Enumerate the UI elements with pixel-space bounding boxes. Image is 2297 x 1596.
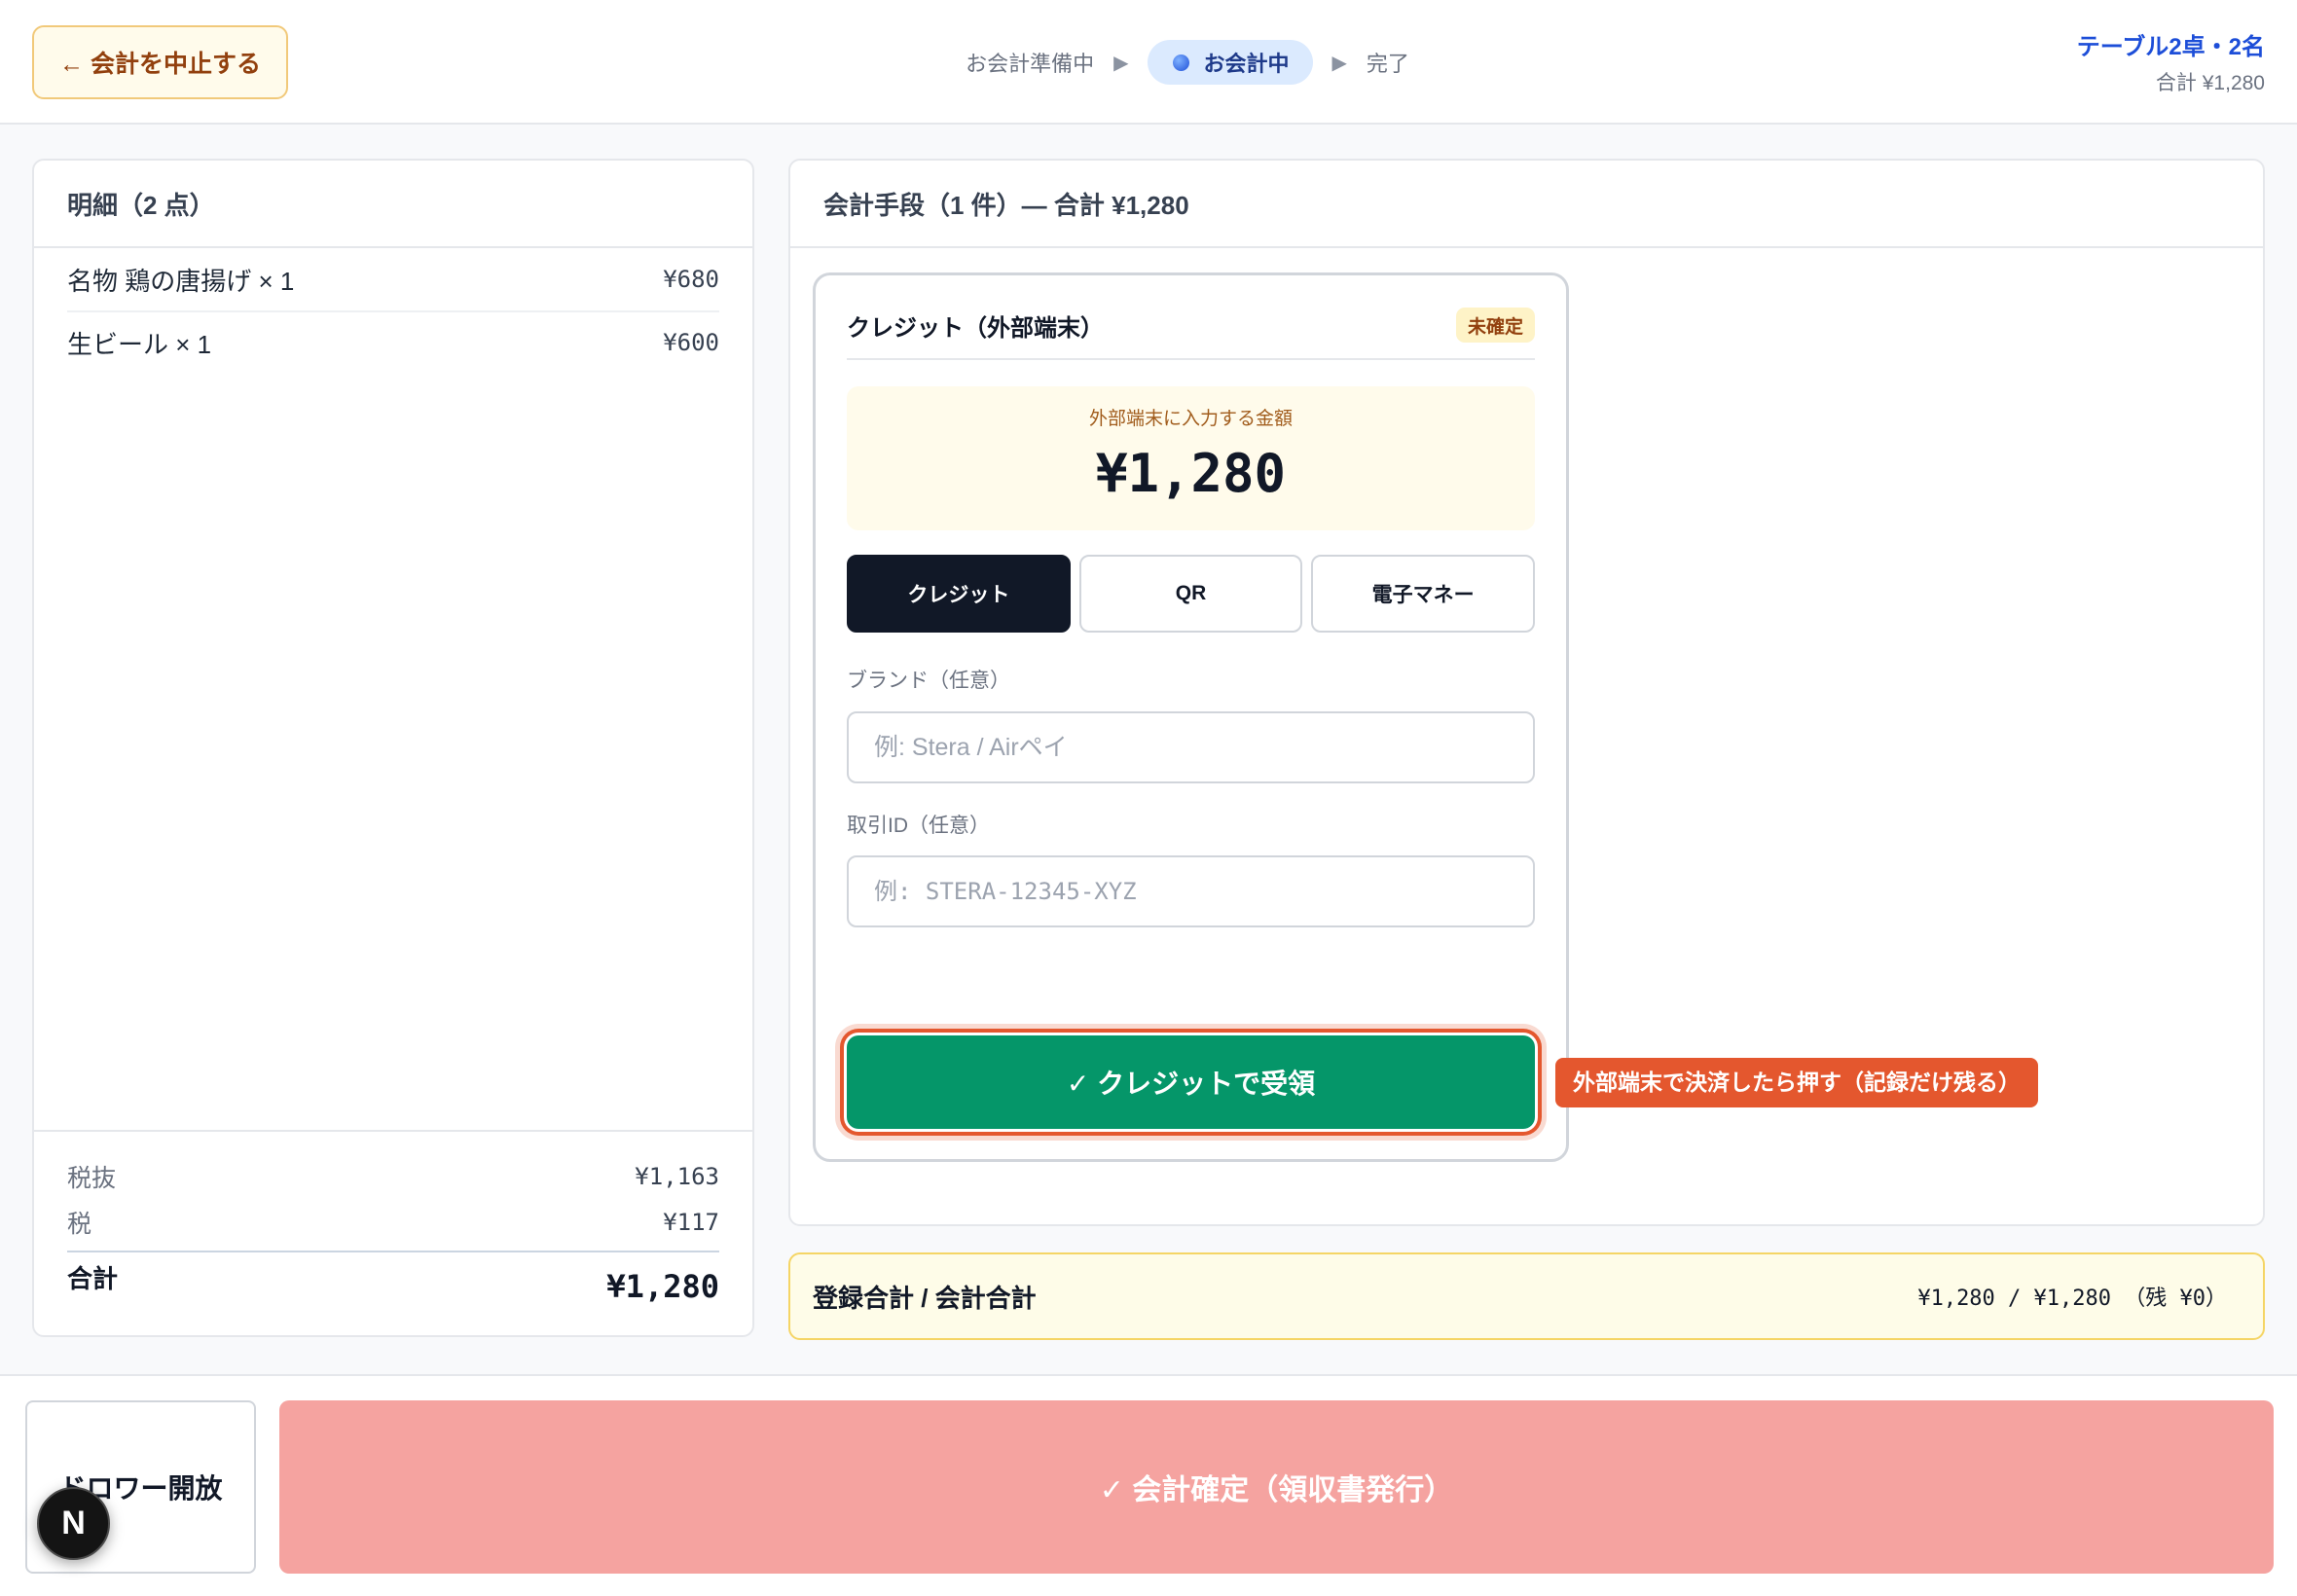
item-name: 生ビール × 1 (67, 329, 212, 359)
step-label: お会計準備中 (966, 52, 1095, 76)
confirm-checkout-button[interactable]: ✓ 会計確定（領収書発行） (279, 1400, 2274, 1574)
table-label: テーブル2卓・2名 (2076, 34, 2265, 60)
method-qr-button[interactable]: QR (1078, 555, 1303, 633)
item-price: ¥600 (663, 329, 719, 356)
brand-label: ブランド（任意） (847, 670, 1010, 692)
terminal-amount-box: 外部端末に入力する金額 ¥1,280 (847, 386, 1535, 530)
terminal-amount-label: 外部端末に入力する金額 (1088, 409, 1293, 429)
summary-value: ¥1,280 / ¥1,280 （残 ¥0） (1917, 1287, 2227, 1311)
cancel-checkout-button[interactable]: ← 会計を中止する (32, 25, 288, 99)
step-arrow-icon: ▶ (1331, 52, 1347, 74)
step-preparing: お会計準備中 (966, 40, 1094, 85)
receipt-title: 明細（2 点） (34, 161, 752, 248)
terminal-amount: ¥1,280 (1095, 443, 1287, 504)
payment-summary-bar: 登録合計 / 会計合計 ¥1,280 / ¥1,280 （残 ¥0） (788, 1252, 2265, 1340)
payment-card-title: クレジット（外部端末） (847, 314, 1104, 342)
payment-card-header: クレジット（外部端末） 未確定 (847, 292, 1535, 360)
receipt-items: 名物 鶏の唐揚げ × 1 ¥680 生ビール × 1 ¥600 (34, 248, 752, 1130)
checkout-header: ← 会計を中止する お会計準備中 ▶ お会計中 ▶ 完了 テーブル2卓・2名 合… (0, 0, 2297, 125)
step-label: 完了 (1366, 52, 1409, 76)
brand-input[interactable] (847, 711, 1535, 783)
current-step-dot-icon (1173, 54, 1190, 71)
status-badge: 未確定 (1455, 308, 1535, 343)
grand-total-row: 合計 ¥1,280 (67, 1251, 719, 1321)
list-item: 生ビール × 1 ¥600 (67, 310, 719, 373)
tax-row: 税 ¥117 (67, 1199, 719, 1245)
dev-indicator-logo-icon[interactable]: N (37, 1487, 110, 1560)
receive-button-hint: 外部端末で決済したら押す（記録だけ残る） (1555, 1058, 2038, 1107)
summary-label: 登録合計 / 会計合計 (813, 1283, 1037, 1313)
transaction-id-label: 取引ID（任意） (847, 815, 990, 837)
checkout-footer: ドロワー開放 ✓ 会計確定（領収書発行） (0, 1374, 2297, 1596)
item-name: 名物 鶏の唐揚げ × 1 (67, 266, 295, 296)
payment-methods-panel: 会計手段（1 件）— 合計 ¥1,280 クレジット（外部端末） 未確定 外部端… (788, 159, 2265, 1226)
method-credit-button[interactable]: クレジット (847, 555, 1071, 633)
tax-value: ¥117 (663, 1208, 719, 1236)
receipt-panel: 明細（2 点） 名物 鶏の唐揚げ × 1 ¥680 生ビール × 1 ¥600 … (32, 159, 754, 1337)
checkout-progress-steps: お会計準備中 ▶ お会計中 ▶ 完了 (288, 40, 2087, 85)
transaction-id-input[interactable] (847, 855, 1535, 927)
step-in-checkout: お会計中 (1148, 40, 1313, 85)
grand-total-value: ¥1,280 (606, 1268, 719, 1305)
item-price: ¥680 (663, 266, 719, 293)
receipt-totals: 税抜 ¥1,163 税 ¥117 合計 ¥1,280 (34, 1130, 752, 1335)
step-complete: 完了 (1367, 40, 1409, 85)
step-label: お会計中 (1203, 52, 1290, 76)
tax-label: 税 (67, 1210, 92, 1238)
list-item: 名物 鶏の唐揚げ × 1 ¥680 (67, 248, 719, 310)
payment-method-selector: クレジット QR 電子マネー (847, 555, 1535, 633)
receive-credit-button[interactable]: ✓ クレジットで受領 (847, 1035, 1535, 1129)
payment-card: クレジット（外部端末） 未確定 外部端末に入力する金額 ¥1,280 クレジット… (813, 272, 1569, 1162)
header-total: 合計 ¥1,280 (2155, 72, 2265, 94)
grand-total-label: 合計 (67, 1264, 119, 1293)
method-emoney-button[interactable]: 電子マネー (1311, 555, 1535, 633)
subtotal-value: ¥1,163 (635, 1162, 719, 1190)
payment-methods-title: 会計手段（1 件）— 合計 ¥1,280 (790, 161, 2263, 248)
subtotal-label: 税抜 (67, 1164, 117, 1192)
subtotal-row: 税抜 ¥1,163 (67, 1153, 719, 1199)
table-info: テーブル2卓・2名 合計 ¥1,280 (2077, 33, 2265, 95)
step-arrow-icon: ▶ (1113, 52, 1129, 74)
